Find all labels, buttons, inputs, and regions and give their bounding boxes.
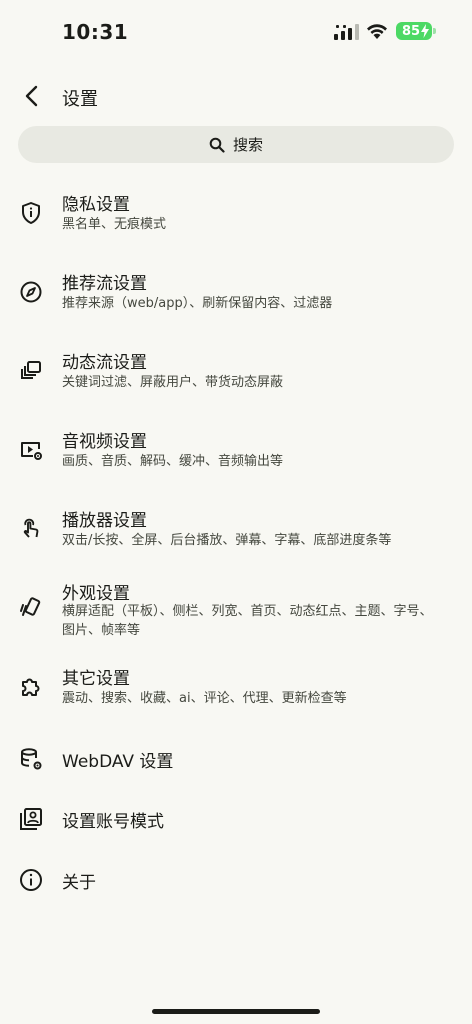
status-bar: 10:31 85 — [0, 0, 472, 64]
search-bar[interactable]: 搜索 — [18, 126, 454, 163]
item-subtitle: 黑名单、无痕模式 — [62, 217, 167, 232]
settings-item-dynamic-feed[interactable]: 动态流设置 关键词过滤、屏蔽用户、带货动态屏蔽 — [0, 344, 472, 404]
extension-icon — [18, 674, 44, 700]
database-settings-icon — [18, 746, 44, 772]
settings-item-account-mode[interactable]: 设置账号模式 — [0, 800, 472, 840]
back-button[interactable] — [14, 78, 50, 114]
account-box-icon — [18, 806, 44, 832]
battery-cap — [433, 28, 436, 34]
item-subtitle: 双击/长按、全屏、后台播放、弹幕、字幕、底部进度条等 — [62, 533, 392, 548]
brush-icon — [18, 595, 44, 621]
search-label: 搜索 — [232, 136, 263, 154]
battery-level: 85 — [401, 23, 421, 39]
item-subtitle: 画质、音质、解码、缓冲、音频输出等 — [62, 454, 284, 469]
item-title: 其它设置 — [62, 669, 130, 689]
item-title: 动态流设置 — [62, 353, 147, 373]
item-title: 隐私设置 — [62, 195, 130, 215]
settings-item-audio-video[interactable]: 音视频设置 画质、音质、解码、缓冲、音频输出等 — [0, 423, 472, 483]
settings-item-webdav[interactable]: WebDAV 设置 — [0, 740, 472, 780]
video-settings-icon — [18, 437, 44, 463]
stack-icon — [18, 358, 44, 384]
status-time: 10:31 — [62, 20, 129, 44]
item-subtitle: 横屏适配（平板）、侧栏、列宽、首页、动态红点、主题、字号、图片、帧率等 — [62, 604, 433, 638]
cellular-signal-icon — [334, 24, 359, 40]
wifi-icon — [367, 24, 387, 39]
item-subtitle: 关键词过滤、屏蔽用户、带货动态屏蔽 — [62, 375, 284, 390]
settings-item-appearance[interactable]: 外观设置 横屏适配（平板）、侧栏、列宽、首页、动态红点、主题、字号、图片、帧率等 — [0, 575, 472, 645]
item-title: 关于 — [62, 873, 96, 893]
item-title: 外观设置 — [62, 584, 130, 604]
back-arrow-icon — [25, 85, 38, 107]
info-icon — [18, 867, 44, 893]
compass-icon — [18, 279, 44, 305]
battery-indicator: 85 — [396, 22, 432, 40]
item-title: 音视频设置 — [62, 432, 147, 452]
settings-item-privacy[interactable]: 隐私设置 黑名单、无痕模式 — [0, 186, 472, 246]
home-indicator[interactable] — [152, 1009, 320, 1014]
item-subtitle: 推荐来源（web/app）、刷新保留内容、过滤器 — [62, 296, 333, 311]
touch-icon — [18, 516, 44, 542]
item-title: 设置账号模式 — [62, 812, 164, 832]
search-icon — [209, 137, 225, 153]
settings-item-recommend-feed[interactable]: 推荐流设置 推荐来源（web/app）、刷新保留内容、过滤器 — [0, 265, 472, 325]
charging-bolt-icon — [421, 24, 429, 38]
item-subtitle: 震动、搜索、收藏、ai、评论、代理、更新检查等 — [62, 691, 347, 706]
shield-icon — [18, 200, 44, 226]
settings-item-other[interactable]: 其它设置 震动、搜索、收藏、ai、评论、代理、更新检查等 — [0, 660, 472, 720]
settings-item-player[interactable]: 播放器设置 双击/长按、全屏、后台播放、弹幕、字幕、底部进度条等 — [0, 502, 472, 562]
item-title: 播放器设置 — [62, 511, 147, 531]
item-title: WebDAV 设置 — [62, 752, 174, 772]
page-title: 设置 — [62, 89, 98, 110]
settings-item-about[interactable]: 关于 — [0, 861, 472, 901]
item-title: 推荐流设置 — [62, 274, 147, 294]
